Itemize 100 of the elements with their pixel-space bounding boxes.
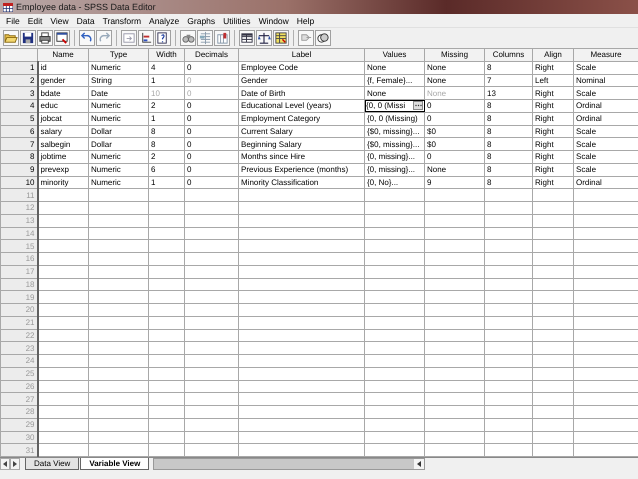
menu-item[interactable]: Help (292, 16, 318, 26)
table-cell: 8 (484, 150, 532, 164)
table-cell: Gender (238, 74, 364, 87)
menu-item[interactable]: Window (254, 16, 293, 26)
sheet-tab[interactable]: Data View (25, 458, 80, 470)
menu-item[interactable]: Edit (24, 16, 46, 26)
menu-item[interactable]: Transform (98, 16, 146, 26)
table-cell: Dollar (88, 138, 148, 150)
table-cell: Right (532, 125, 574, 138)
dots-icon (414, 104, 422, 108)
dialog-icon (55, 31, 69, 45)
row-number[interactable]: 9 (0, 163, 38, 176)
table-cell: {0, 0 (Missing) (364, 112, 424, 125)
table-cell: Scale (574, 150, 638, 164)
left-arrow-icon (3, 461, 7, 467)
sets-button[interactable] (315, 30, 331, 46)
table-cell: 0 (184, 125, 238, 138)
table-cell: 7 (484, 74, 532, 87)
select-cases-icon (274, 31, 288, 45)
table-cell: 2 (148, 100, 184, 112)
menu-item[interactable]: Analyze (145, 16, 184, 26)
table-cell: 0 (184, 86, 238, 100)
menu-item[interactable]: Graphs (183, 16, 220, 26)
row-number[interactable]: 2 (0, 74, 38, 87)
table-cell: Previous Experience (months) (238, 163, 364, 176)
table-cell: Ordinal (574, 112, 638, 125)
undo-button[interactable] (79, 30, 95, 46)
table-cell: minority (38, 176, 88, 189)
table-cell: {0, missing}... (364, 150, 424, 164)
column-header[interactable]: Label (238, 48, 364, 62)
print-button[interactable] (37, 30, 53, 46)
weight-scale-button[interactable] (256, 30, 272, 46)
table-cell: {f, Female}... (364, 74, 424, 87)
split-file-button[interactable] (239, 30, 255, 46)
table-cell: None (424, 163, 484, 176)
go-to-case-icon (122, 31, 136, 45)
table-cell: None (364, 61, 424, 74)
row-number[interactable]: 5 (0, 112, 38, 125)
table-cell: prevexp (38, 163, 88, 176)
table-cell: 8 (484, 176, 532, 189)
ellipsis-button[interactable] (413, 101, 423, 110)
table-cell: id (38, 61, 88, 74)
column-header[interactable]: Columns (484, 48, 532, 62)
row-number[interactable]: 4 (0, 100, 38, 112)
open-folder-button[interactable] (3, 30, 19, 46)
variables-button[interactable] (155, 30, 171, 46)
table-cell: Employment Category (238, 112, 364, 125)
table-cell: {$0, missing}... (364, 138, 424, 150)
insert-variable-icon (215, 31, 229, 45)
table-cell: educ (38, 100, 88, 112)
table-cell: Left (532, 74, 574, 87)
horizontal-scrollbar[interactable] (153, 458, 426, 470)
row-number[interactable]: 7 (0, 138, 38, 150)
row-number[interactable]: 1 (0, 61, 38, 74)
dialog-button[interactable] (54, 30, 70, 46)
table-cell: Employee Code (238, 61, 364, 74)
table-cell: None (364, 86, 424, 100)
column-header[interactable]: Type (88, 48, 148, 62)
table-cell: 4 (148, 61, 184, 74)
menu-item[interactable]: File (2, 16, 24, 26)
column-header[interactable]: Align (532, 48, 574, 62)
column-header[interactable]: Decimals (184, 48, 238, 62)
menu-item[interactable]: Utilities (219, 16, 255, 26)
split-file-icon (240, 31, 254, 45)
menu-item[interactable]: View (46, 16, 73, 26)
column-header[interactable]: Measure (574, 48, 638, 62)
row-number[interactable]: 3 (0, 86, 38, 100)
table-cell: Ordinal (574, 100, 638, 112)
column-header[interactable]: Missing (424, 48, 484, 62)
table-cell: 0 (184, 100, 238, 112)
table-cell: $0 (424, 138, 484, 150)
table-cell: Right (532, 61, 574, 74)
table-cell: Educational Level (years) (238, 100, 364, 112)
insert-cases-button[interactable] (197, 30, 213, 46)
table-cell: 8 (148, 125, 184, 138)
tab-scroll-right-button[interactable] (10, 458, 20, 470)
tab-scroll-left-button[interactable] (0, 458, 10, 470)
table-cell: Dollar (88, 125, 148, 138)
insert-variable-button[interactable] (214, 30, 230, 46)
row-number[interactable]: 8 (0, 150, 38, 164)
select-cases-button[interactable] (273, 30, 289, 46)
sheet-tab[interactable]: Variable View (80, 458, 150, 470)
column-header[interactable]: Name (38, 48, 88, 62)
table-cell: Right (532, 150, 574, 164)
find-button[interactable] (180, 30, 196, 46)
table-cell: 8 (484, 163, 532, 176)
sets-icon (316, 31, 330, 45)
cell-text: {0, 0 (Missi (366, 100, 406, 112)
table-cell: 0 (184, 176, 238, 189)
save-button[interactable] (20, 30, 36, 46)
go-to-variable-button[interactable] (138, 30, 154, 46)
table-cell: 1 (148, 176, 184, 189)
row-number[interactable]: 6 (0, 125, 38, 138)
column-header[interactable]: Width (148, 48, 184, 62)
row-number[interactable]: 10 (0, 176, 38, 189)
column-header[interactable]: Values (364, 48, 424, 62)
table-cell: gender (38, 74, 88, 87)
menu-item[interactable]: Data (72, 16, 99, 26)
table-cell: 8 (484, 138, 532, 150)
left-arrow-icon (417, 461, 422, 467)
